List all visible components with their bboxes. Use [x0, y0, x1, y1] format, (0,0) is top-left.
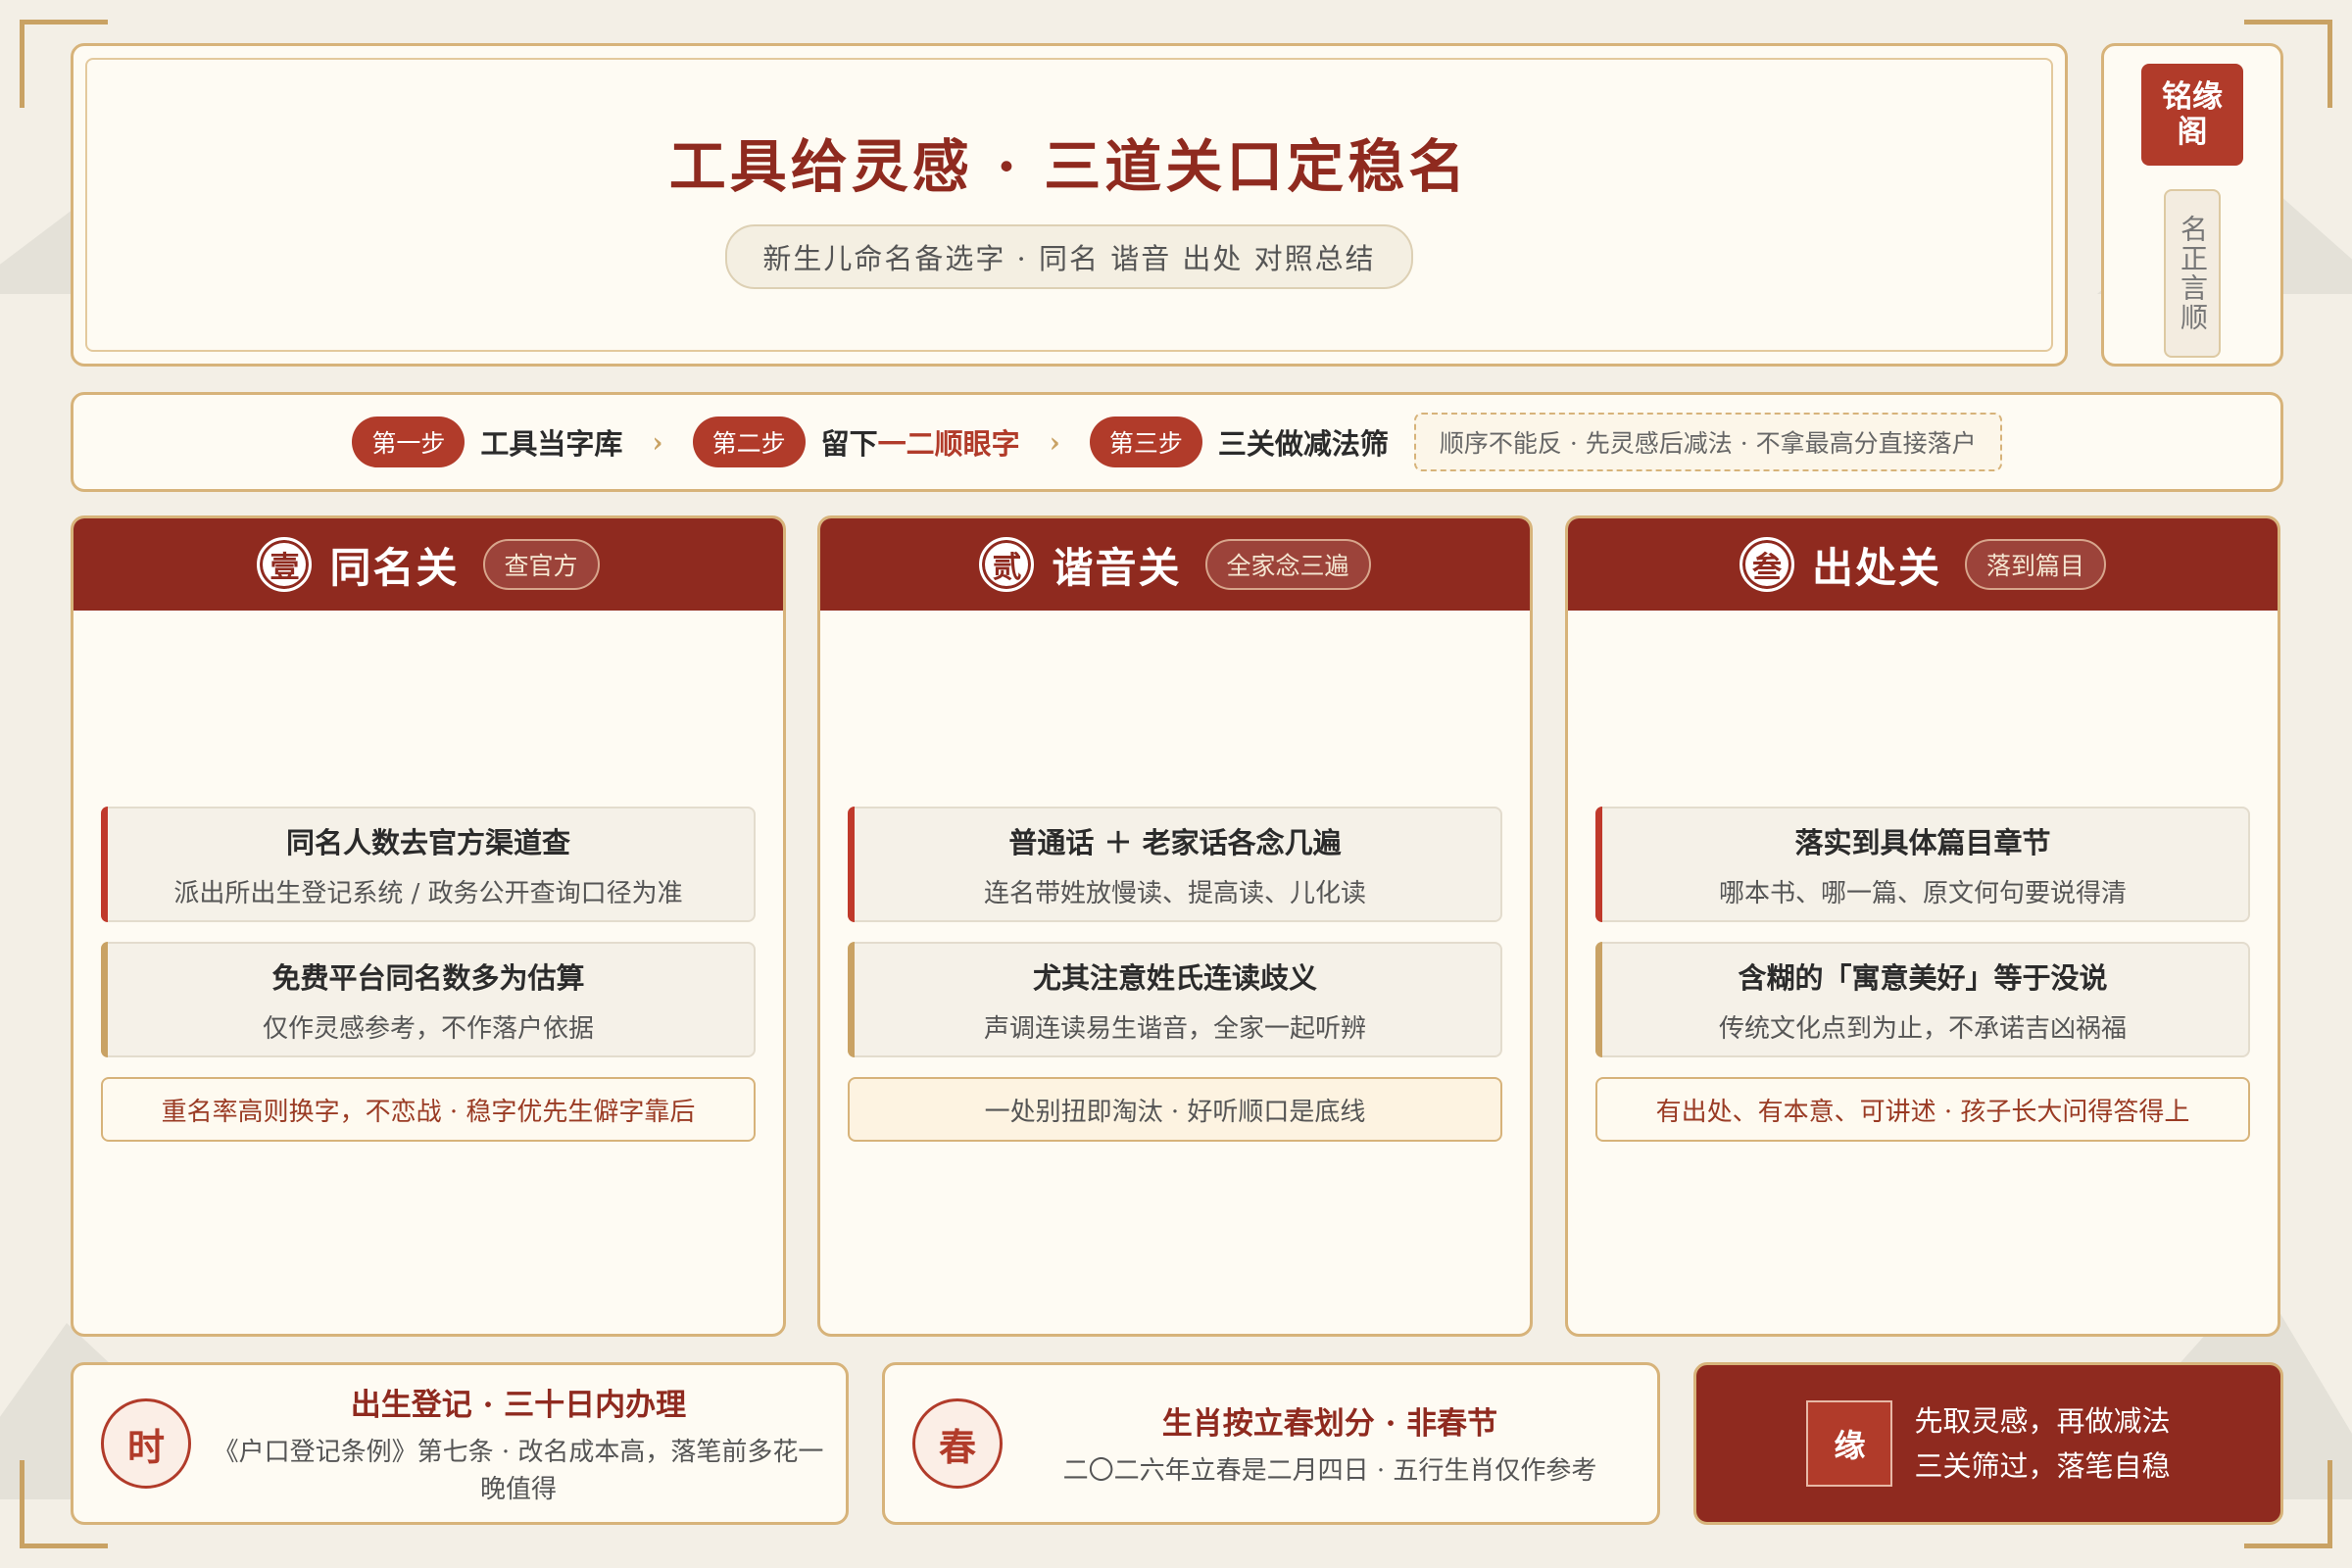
gate-body: 同名人数去官方渠道查 派出所出生登记系统 / 政务公开查询口径为准 免费平台同名…	[101, 807, 756, 1142]
gate-header: 叁 出处关 落到篇目	[1568, 518, 2278, 611]
gate-tag: 落到篇目	[1965, 539, 2107, 590]
zodiac-desc: 二〇二六年立春是二月四日 · 五行生肖仅作参考	[1062, 1455, 1597, 1486]
gate-title: 出处关	[1811, 543, 1941, 592]
gate-item: 含糊的「寓意美好」等于没说 传统文化点到为止，不承诺吉凶祸福	[1595, 942, 2250, 1057]
page-subtitle: 新生儿命名备选字 · 同名 谐音 出处 对照总结	[725, 224, 1413, 289]
gate-item-desc: 哪本书、哪一篇、原文何句要说得清	[1718, 878, 2127, 908]
page-title: 工具给灵感 · 三道关口定稳名	[668, 133, 1470, 200]
registration-title: 出生登记 · 三十日内办理	[350, 1387, 687, 1423]
gate-item-desc: 仅作灵感参考，不作落户依据	[262, 1013, 594, 1044]
step-1-text: 工具当字库	[480, 427, 623, 461]
registration-desc: 《户口登记条例》第七条 · 改名成本高，落笔前多花一晚值得	[213, 1437, 824, 1504]
zodiac-panel: 春 生肖按立春划分 · 非春节 二〇二六年立春是二月四日 · 五行生肖仅作参考	[882, 1362, 1660, 1525]
gate-note: 重名率高则换字，不恋战 · 稳字优先生僻字靠后	[101, 1077, 756, 1142]
gate-card-homophone: 贰 谐音关 全家念三遍 普通话 ＋ 老家话各念几遍 连名带姓放慢读、提高读、儿化…	[817, 515, 1533, 1337]
seal-panel: 铭缘阁 名正言顺	[2101, 43, 2283, 367]
header-panel: 工具给灵感 · 三道关口定稳名 新生儿命名备选字 · 同名 谐音 出处 对照总结	[71, 43, 2068, 367]
gate-number-badge: 叁	[1739, 537, 1794, 592]
registration-text: 出生登记 · 三十日内办理 《户口登记条例》第七条 · 改名成本高，落笔前多花一…	[191, 1380, 846, 1508]
gate-title: 同名关	[329, 543, 460, 592]
steps-bar: 第一步 工具当字库 › 第二步 留下一二顺眼字 › 第三步 三关做减法筛 顺序不…	[71, 392, 2283, 492]
gate-body: 落实到具体篇目章节 哪本书、哪一篇、原文何句要说得清 含糊的「寓意美好」等于没说…	[1595, 807, 2250, 1142]
final-slogan-panel: 缘 先取灵感，再做减法 三关筛过，落笔自稳	[1693, 1362, 2283, 1525]
header-inner-frame: 工具给灵感 · 三道关口定稳名 新生儿命名备选字 · 同名 谐音 出处 对照总结	[85, 58, 2053, 352]
gate-item-title: 落实到具体篇目章节	[1794, 825, 2051, 859]
zodiac-text: 生肖按立春划分 · 非春节 二〇二六年立春是二月四日 · 五行生肖仅作参考	[1003, 1398, 1657, 1490]
gate-number-badge: 贰	[979, 537, 1035, 592]
gate-item-desc: 连名带姓放慢读、提高读、儿化读	[983, 878, 1366, 908]
steps-note: 顺序不能反 · 先灵感后减法 · 不拿最高分直接落户	[1413, 413, 2002, 471]
gate-header: 壹 同名关 查官方	[74, 518, 783, 611]
step-1-badge: 第一步	[352, 416, 466, 467]
step-2-text-highlight: 一二顺眼字	[877, 427, 1020, 461]
gate-item-desc: 派出所出生登记系统 / 政务公开查询口径为准	[173, 878, 683, 908]
gate-header: 贰 谐音关 全家念三遍	[820, 518, 1530, 611]
gate-note: 有出处、有本意、可讲述 · 孩子长大问得答得上	[1595, 1077, 2250, 1142]
step-2-text-prefix: 留下	[820, 427, 878, 461]
gate-item-title: 尤其注意姓氏连读歧义	[1032, 960, 1317, 995]
gate-item-title: 同名人数去官方渠道查	[285, 825, 570, 859]
spring-icon: 春	[912, 1398, 1003, 1489]
gate-item-desc: 声调连读易生谐音，全家一起听辨	[983, 1013, 1366, 1044]
step-3-text: 三关做减法筛	[1217, 427, 1389, 461]
gate-item-title: 普通话 ＋ 老家话各念几遍	[1008, 825, 1342, 859]
time-icon: 时	[101, 1398, 191, 1489]
gate-tag: 查官方	[482, 539, 600, 590]
chevron-right-icon: ›	[652, 425, 663, 459]
gate-tag: 全家念三遍	[1204, 539, 1371, 590]
gate-item-title: 免费平台同名数多为估算	[271, 960, 585, 995]
brand-seal: 铭缘阁	[2141, 64, 2243, 166]
gate-title: 谐音关	[1052, 543, 1182, 592]
gate-item-title: 含糊的「寓意美好」等于没说	[1738, 960, 2108, 995]
chevron-right-icon: ›	[1049, 425, 1060, 459]
gate-number-badge: 壹	[257, 537, 313, 592]
step-2-badge: 第二步	[692, 416, 806, 467]
gate-item: 落实到具体篇目章节 哪本书、哪一篇、原文何句要说得清	[1595, 807, 2250, 922]
final-slogan-line-1: 先取灵感，再做减法	[1914, 1404, 2171, 1438]
gate-item: 尤其注意姓氏连读歧义 声调连读易生谐音，全家一起听辨	[848, 942, 1502, 1057]
gate-item: 普通话 ＋ 老家话各念几遍 连名带姓放慢读、提高读、儿化读	[848, 807, 1502, 922]
gate-card-duplicate-name: 壹 同名关 查官方 同名人数去官方渠道查 派出所出生登记系统 / 政务公开查询口…	[71, 515, 786, 1337]
fate-seal-icon: 缘	[1806, 1400, 1893, 1487]
final-slogan: 先取灵感，再做减法 三关筛过，落笔自稳	[1914, 1398, 2170, 1489]
gate-item: 同名人数去官方渠道查 派出所出生登记系统 / 政务公开查询口径为准	[101, 807, 756, 922]
gate-note: 一处别扭即淘汰 · 好听顺口是底线	[848, 1077, 1502, 1142]
gate-item: 免费平台同名数多为估算 仅作灵感参考，不作落户依据	[101, 942, 756, 1057]
motto-scroll: 名正言顺	[2164, 189, 2221, 358]
step-3-badge: 第三步	[1089, 416, 1202, 467]
gate-card-source: 叁 出处关 落到篇目 落实到具体篇目章节 哪本书、哪一篇、原文何句要说得清 含糊…	[1565, 515, 2280, 1337]
gate-body: 普通话 ＋ 老家话各念几遍 连名带姓放慢读、提高读、儿化读 尤其注意姓氏连读歧义…	[848, 807, 1502, 1142]
registration-panel: 时 出生登记 · 三十日内办理 《户口登记条例》第七条 · 改名成本高，落笔前多…	[71, 1362, 849, 1525]
zodiac-title: 生肖按立春划分 · 非春节	[1161, 1405, 1498, 1442]
step-2-text: 留下一二顺眼字	[821, 421, 1020, 463]
gate-item-desc: 传统文化点到为止，不承诺吉凶祸福	[1718, 1013, 2127, 1044]
final-slogan-line-2: 三关筛过，落笔自稳	[1914, 1449, 2171, 1483]
